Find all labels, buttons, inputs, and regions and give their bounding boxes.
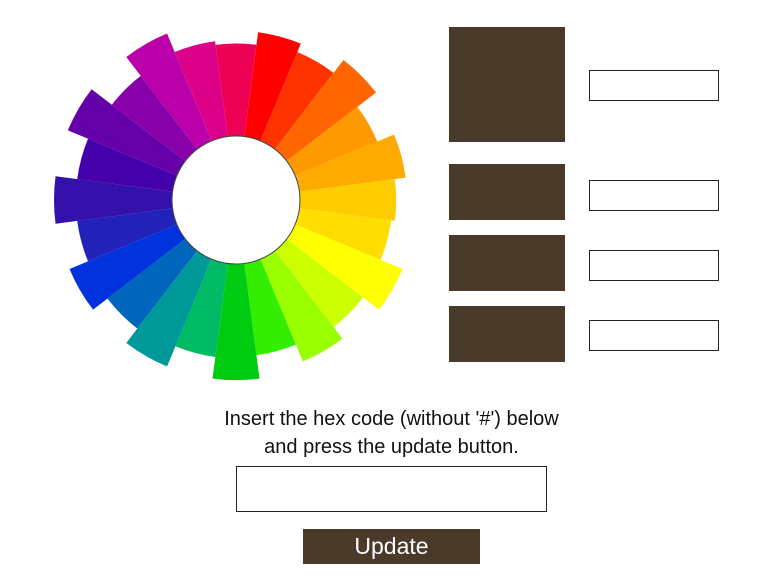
color-scheme-app: Insert the hex code (without '#') below … xyxy=(0,0,768,581)
hex-code-input[interactable] xyxy=(236,466,547,512)
color-swatch-3 xyxy=(449,235,565,291)
color-wheel-center xyxy=(171,135,301,265)
instructions-line-1: Insert the hex code (without '#') below xyxy=(224,408,559,430)
hex-output-1[interactable] xyxy=(589,70,719,101)
update-button[interactable]: Update xyxy=(303,529,480,564)
hex-output-4[interactable] xyxy=(589,320,719,351)
color-swatch-2 xyxy=(449,164,565,220)
main-color-swatch xyxy=(449,27,565,142)
color-swatch-4 xyxy=(449,306,565,362)
instructions-text: Insert the hex code (without '#') below … xyxy=(184,405,599,461)
hex-output-3[interactable] xyxy=(589,250,719,281)
instructions-line-2: and press the update button. xyxy=(264,436,519,458)
hex-output-2[interactable] xyxy=(589,180,719,211)
